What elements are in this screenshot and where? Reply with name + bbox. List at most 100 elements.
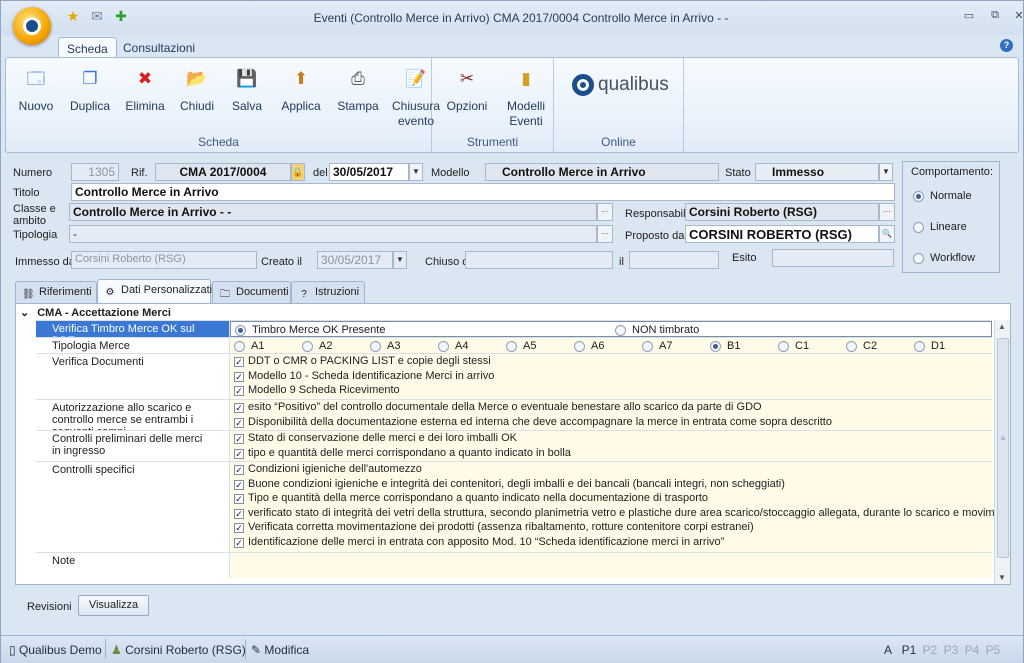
date-field[interactable]: 30/05/2017 [329, 163, 409, 181]
radio-option[interactable]: D1 [914, 340, 945, 352]
radio-normale[interactable]: Normale [913, 190, 972, 202]
proposto-field[interactable]: CORSINI ROBERTO (RSG) [685, 225, 879, 243]
page-indicator-a[interactable]: A [879, 643, 897, 657]
mail-icon[interactable]: ✉ [89, 9, 105, 23]
radio-option[interactable]: C1 [778, 340, 809, 352]
visualizza-button[interactable]: Visualizza [78, 595, 149, 616]
checkbox[interactable]: ✓ [234, 523, 244, 534]
grid-scrollbar[interactable]: ▲ ≡ ▼ [994, 320, 1010, 584]
checkbox[interactable]: ✓ [234, 448, 244, 459]
collapse-icon[interactable]: ⌄ [20, 307, 29, 319]
checkbox[interactable]: ✓ [234, 403, 244, 413]
close-icon[interactable]: ✕ [1009, 9, 1024, 23]
page-indicator-p4[interactable]: P4 [963, 643, 981, 657]
radio-option[interactable]: A6 [574, 340, 604, 352]
note-field[interactable] [230, 553, 992, 578]
classe-browse-button[interactable]: ··· [597, 203, 613, 221]
tab-riferimenti[interactable]: ⛓ Riferimenti [15, 281, 97, 303]
checkbox-item[interactable]: ✓ verificato stato di integrità dei vetri… [234, 507, 1010, 519]
grid-section-header[interactable]: ⌄ CMA - Accettazione Merci [16, 304, 992, 320]
responsabile-browse-button[interactable]: ··· [879, 203, 895, 221]
checkbox-item[interactable]: ✓ DDT o CMR o PACKING LIST e copie degli … [234, 355, 491, 367]
brand-text: qualibus [598, 74, 669, 96]
tab-consultazioni[interactable]: Consultazioni [115, 37, 203, 59]
tools-icon: ✂ [459, 69, 475, 88]
tab-istruzioni[interactable]: ? Istruzioni [291, 281, 365, 303]
radio-option[interactable]: A1 [234, 340, 264, 352]
radio-option[interactable]: A2 [302, 340, 332, 352]
app-menu-orb[interactable] [13, 7, 51, 45]
radio-option[interactable]: A5 [506, 340, 536, 352]
checkbox[interactable]: ✓ [234, 465, 244, 475]
opzioni-button[interactable]: ✂ Opzioni [440, 64, 494, 114]
salva-button[interactable]: 💾 Salva [224, 64, 270, 114]
checkbox[interactable]: ✓ [234, 434, 244, 444]
checkbox-item[interactable]: ✓ Modello 9 Scheda Ricevimento [234, 384, 400, 397]
checkbox-item[interactable]: ✓ Modello 10 - Scheda Identificazione Mer… [234, 370, 494, 382]
scroll-up-icon[interactable]: ▲ [998, 322, 1006, 331]
checkbox-item[interactable]: ✓ esito “Positivo” del controllo document… [234, 401, 762, 413]
search-icon[interactable]: 🔍 [879, 225, 895, 243]
tab-documenti[interactable]: 🗀 Documenti [212, 281, 291, 303]
page-indicator-p5[interactable]: P5 [984, 643, 1002, 657]
radio-option[interactable]: A3 [370, 340, 400, 352]
checkbox[interactable]: ✓ [234, 357, 244, 367]
il-field [629, 251, 719, 269]
checkbox-item[interactable]: ✓ tipo e quantità delle merci corrisponda… [234, 447, 571, 459]
tab-dati-personalizzati[interactable]: ⚙ Dati Personalizzati [97, 279, 212, 303]
radio-option[interactable]: B1 [710, 340, 740, 352]
checkbox[interactable]: ✓ [234, 371, 244, 382]
checkbox-item[interactable]: ✓ Stato di conservazione delle merci e de… [234, 432, 517, 444]
radio-option[interactable]: A7 [642, 340, 672, 352]
checkbox[interactable]: ✓ [234, 538, 244, 548]
restore-icon[interactable]: ⧉ [985, 9, 1005, 23]
lock-icon[interactable]: 🔒 [291, 163, 305, 181]
page-indicator-p3[interactable]: P3 [942, 643, 960, 657]
checkbox-item[interactable]: ✓ Disponibilità della documentazione este… [234, 416, 832, 428]
checkbox-item[interactable]: ✓ Identificazione delle merci in entrata … [234, 536, 724, 548]
chiudi-button[interactable]: 📂 Chiudi [174, 64, 220, 114]
title-bar: Eventi (Controllo Merce in Arrivo) CMA 2… [1, 1, 1024, 35]
applica-button[interactable]: ⬆ Applica [274, 64, 328, 114]
stato-dropdown-button[interactable]: ▼ [879, 163, 893, 181]
checkbox-label: Disponibilità della documentazione ester… [248, 415, 832, 428]
help-icon[interactable]: ? [1000, 39, 1013, 52]
tab-scheda[interactable]: Scheda [58, 37, 117, 59]
plus-icon[interactable]: ✚ [113, 9, 129, 23]
page-indicator-p2[interactable]: P2 [921, 643, 939, 657]
tipologia-browse-button[interactable]: ··· [597, 225, 613, 243]
checkbox-item[interactable]: ✓ Tipo e quantità della merce corrisponda… [234, 492, 708, 505]
radio-option[interactable]: A4 [438, 340, 468, 352]
elimina-button[interactable]: ✖ Elimina [120, 64, 170, 114]
checkbox[interactable]: ✓ [234, 479, 244, 490]
radio-workflow[interactable]: Workflow [913, 252, 975, 264]
stato-select[interactable]: Immesso [755, 163, 879, 181]
checkbox[interactable]: ✓ [234, 386, 244, 397]
titolo-field[interactable]: Controllo Merce in Arrivo [71, 183, 895, 201]
checkbox-item[interactable]: ✓ Condizioni igieniche dell'automezzo [234, 463, 422, 475]
nuovo-button[interactable]: 🗔 Nuovo [12, 64, 60, 114]
scroll-thumb[interactable]: ≡ [997, 338, 1009, 558]
radio-option[interactable]: C2 [846, 340, 877, 352]
radio-option[interactable]: Timbro Merce OK Presente [235, 324, 385, 336]
checkbox[interactable]: ✓ [234, 417, 244, 428]
qualibus-brand-logo[interactable]: qualibus [572, 74, 672, 104]
stampa-button[interactable]: ⎙ Stampa [332, 64, 384, 114]
event-form: Numero 1305 Rif. CMA 2017/0004 🔒 del 30/… [5, 155, 1019, 633]
minimize-button[interactable]: ▭ [959, 9, 979, 23]
duplica-button[interactable]: ❐ Duplica [64, 64, 116, 114]
checkbox-label: tipo e quantità delle merci corrispondan… [248, 446, 571, 459]
radio-lineare[interactable]: Lineare [913, 221, 967, 233]
window-title: Eventi (Controllo Merce in Arrivo) CMA 2… [313, 11, 729, 25]
modelli-eventi-button[interactable]: ▮ Modelli Eventi [496, 64, 556, 129]
row-caption: Tipologia Merce [36, 338, 230, 353]
checkbox-item[interactable]: ✓ Verificata corretta movimentazione dei … [234, 521, 754, 534]
star-icon[interactable]: ★ [65, 9, 81, 23]
scroll-down-icon[interactable]: ▼ [998, 573, 1006, 582]
checkbox[interactable]: ✓ [234, 508, 244, 519]
page-indicator-p1[interactable]: P1 [900, 643, 918, 657]
checkbox-item[interactable]: ✓ Buone condizioni igieniche e integrità … [234, 478, 785, 490]
date-dropdown-button[interactable]: ▼ [409, 163, 423, 181]
checkbox[interactable]: ✓ [234, 494, 244, 505]
radio-option[interactable]: NON timbrato [615, 324, 699, 336]
